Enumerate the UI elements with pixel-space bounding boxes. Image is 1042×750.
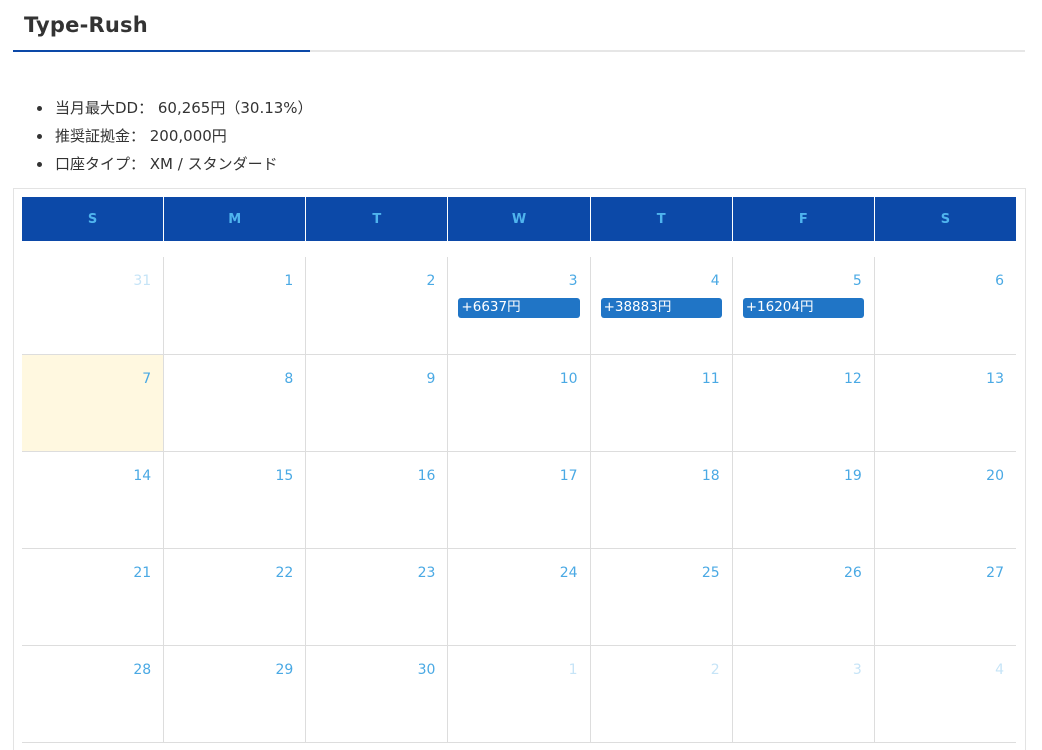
calendar-day-number: 19 (844, 468, 862, 484)
calendar-day-cell[interactable]: 8 (164, 355, 307, 451)
calendar-day-cell[interactable]: 3 +6637円 (448, 257, 591, 354)
weekday-header-saturday: S (940, 211, 951, 227)
calendar-day-cell[interactable]: 14 (22, 452, 165, 548)
calendar-day-number: 13 (986, 371, 1004, 387)
info-item-max-drawdown: 当月最大DD： 60,265円（30.13%） (37, 94, 313, 122)
page: Type-Rush 当月最大DD： 60,265円（30.13%） 推奨証拠金：… (0, 0, 1042, 750)
calendar-grid: 31 1 2 3 +6637円 4 +38883円 5 +16204円 6 7 8 9 10 11 12 13 1… (22, 257, 1016, 743)
calendar-day-number: 10 (559, 371, 578, 387)
calendar-day-cell[interactable]: 6 (875, 257, 1016, 354)
calendar-profit-event[interactable]: +16204円 (742, 298, 864, 318)
calendar-day-cell[interactable]: 13 (875, 355, 1016, 451)
calendar-day-number: 23 (417, 565, 436, 581)
calendar-day-number: 17 (559, 468, 578, 484)
calendar-day-cell[interactable]: 3 (733, 646, 875, 742)
calendar-day-cell[interactable]: 19 (733, 452, 875, 548)
weekday-header-friday: F (733, 197, 875, 241)
calendar-day-number: 21 (133, 565, 152, 581)
calendar-day-cell[interactable]: 25 (591, 549, 733, 645)
info-item-account-type: 口座タイプ： XM / スタンダード (37, 150, 313, 178)
calendar-day-number: 26 (844, 565, 862, 581)
weekday-header-tuesday: T (306, 197, 449, 241)
calendar-day-cell[interactable]: 15 (164, 452, 307, 548)
calendar-day-cell[interactable]: 18 (591, 452, 733, 548)
calendar-day-cell[interactable]: 16 (306, 452, 449, 548)
calendar-day-number: 1 (284, 273, 294, 289)
calendar-day-number: 28 (133, 662, 152, 678)
calendar-day-cell-today[interactable]: 7 (22, 355, 165, 451)
calendar-day-cell[interactable]: 2 (591, 646, 733, 742)
calendar-day-number: 31 (133, 273, 152, 289)
calendar-day-number: 5 (852, 273, 862, 289)
calendar-day-number: 20 (986, 468, 1004, 484)
calendar-day-cell[interactable]: 31 (22, 257, 165, 354)
calendar-day-number: 3 (568, 273, 578, 289)
calendar-day-cell[interactable]: 24 (448, 549, 591, 645)
calendar-day-cell[interactable]: 5 +16204円 (733, 257, 875, 354)
calendar-day-number: 30 (417, 662, 436, 678)
calendar-day-cell[interactable]: 17 (448, 452, 591, 548)
calendar-profit-event[interactable]: +38883円 (600, 298, 722, 318)
calendar-day-number: 14 (133, 468, 152, 484)
calendar-day-number: 4 (995, 662, 1004, 678)
weekday-header-sunday: S (22, 197, 165, 241)
calendar-day-cell[interactable]: 1 (448, 646, 591, 742)
calendar-day-cell[interactable]: 30 (306, 646, 449, 742)
calendar-week-row: 31 1 2 3 +6637円 4 +38883円 5 +16204円 6 (22, 257, 1016, 355)
calendar-day-number: 11 (701, 371, 720, 387)
calendar-day-cell[interactable]: 2 (306, 257, 449, 354)
calendar-day-cell[interactable]: 4 +38883円 (591, 257, 733, 354)
calendar-day-cell[interactable]: 9 (306, 355, 449, 451)
calendar-day-number: 15 (275, 468, 294, 484)
calendar-day-number: 27 (986, 565, 1004, 581)
calendar-day-number: 1 (568, 662, 578, 678)
section-heading: Type-Rush (13, 0, 1025, 52)
calendar-day-number: 24 (559, 565, 578, 581)
weekday-header-thursday: T (591, 197, 733, 241)
calendar-day-number: 16 (417, 468, 436, 484)
calendar-weekday-header: SMTWTFS (22, 197, 1016, 241)
calendar-day-cell[interactable]: 26 (733, 549, 875, 645)
calendar-day-cell[interactable]: 11 (591, 355, 733, 451)
calendar-day-number: 9 (426, 371, 436, 387)
calendar-day-cell[interactable]: 1 (164, 257, 307, 354)
calendar-day-number: 2 (426, 273, 436, 289)
calendar-day-cell[interactable]: 12 (733, 355, 875, 451)
calendar-day-cell[interactable]: 28 (22, 646, 165, 742)
calendar-day-number: 4 (710, 273, 720, 289)
calendar-day-number: 2 (710, 662, 720, 678)
heading-accent-bar (13, 50, 310, 52)
calendar-day-number: 18 (701, 468, 720, 484)
calendar-day-cell[interactable]: 20 (875, 452, 1016, 548)
calendar-day-number: 29 (275, 662, 294, 678)
calendar-day-number: 12 (844, 371, 862, 387)
calendar-day-cell[interactable]: 23 (306, 549, 449, 645)
calendar-week-row: 28 29 30 1 2 3 4 (22, 646, 1016, 743)
calendar-day-number: 8 (284, 371, 294, 387)
calendar-day-number: 22 (275, 565, 294, 581)
info-list: 当月最大DD： 60,265円（30.13%） 推奨証拠金： 200,000円 … (37, 94, 313, 178)
weekday-header-wednesday: W (448, 197, 591, 241)
calendar-day-cell[interactable]: 21 (22, 549, 165, 645)
weekday-header-monday: M (164, 197, 307, 241)
calendar-day-number: 3 (852, 662, 862, 678)
calendar-day-number: 7 (142, 371, 152, 387)
info-item-recommended-margin: 推奨証拠金： 200,000円 (37, 122, 313, 150)
calendar-day-number: 25 (701, 565, 720, 581)
calendar-day-number: 6 (995, 273, 1004, 289)
calendar-day-cell[interactable]: 10 (448, 355, 591, 451)
calendar-week-row: 7 8 9 10 11 12 13 (22, 355, 1016, 452)
page-title: Type-Rush (24, 13, 148, 37)
calendar-day-cell[interactable]: 27 (875, 549, 1016, 645)
calendar-day-cell[interactable]: 4 (875, 646, 1016, 742)
calendar-week-row: 21 22 23 24 25 26 27 (22, 549, 1016, 646)
calendar-profit-event[interactable]: +6637円 (458, 298, 580, 318)
calendar-day-cell[interactable]: 29 (164, 646, 307, 742)
calendar-day-cell[interactable]: 22 (164, 549, 307, 645)
calendar-week-row: 14 15 16 17 18 19 20 (22, 452, 1016, 549)
